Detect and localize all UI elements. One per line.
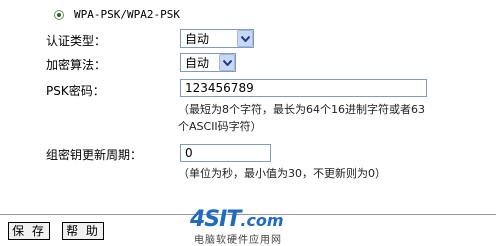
auth-type-select[interactable]: 自动 <box>180 29 254 48</box>
watermark-logo: 4SIT.com 电脑软硬件应用网 <box>190 207 330 246</box>
auth-type-value: 自动 <box>185 32 210 46</box>
watermark-logo-main: 4SIT <box>190 207 241 232</box>
psk-input[interactable]: 123456789 <box>180 79 427 97</box>
group-key-label: 组密钥更新周期： <box>46 148 143 162</box>
encryption-value: 自动 <box>185 56 210 70</box>
chevron-down-icon[interactable] <box>237 30 253 47</box>
save-button[interactable]: 保 存 <box>8 222 50 240</box>
psk-hint-line1: （最短为8个字符，最长为64个16进制字符或者63 <box>178 103 425 116</box>
chevron-down-icon[interactable] <box>219 54 235 71</box>
auth-type-label: 认证类型： <box>46 34 107 48</box>
wpa-psk-radio[interactable] <box>54 10 64 20</box>
group-key-hint: （单位为秒，最小值为30，不更新则为0） <box>178 167 386 180</box>
help-button[interactable]: 帮 助 <box>62 222 104 240</box>
wpa-psk-radio-label: WPA-PSK/WPA2-PSK <box>74 8 180 21</box>
group-key-input[interactable]: 0 <box>180 144 271 162</box>
psk-label: PSK密码： <box>46 84 105 98</box>
psk-hint-line2: 个ASCII码字符） <box>178 120 262 133</box>
encryption-select[interactable]: 自动 <box>180 53 236 72</box>
encryption-label: 加密算法： <box>46 58 107 72</box>
watermark-logo-suffix: .com <box>240 211 284 230</box>
